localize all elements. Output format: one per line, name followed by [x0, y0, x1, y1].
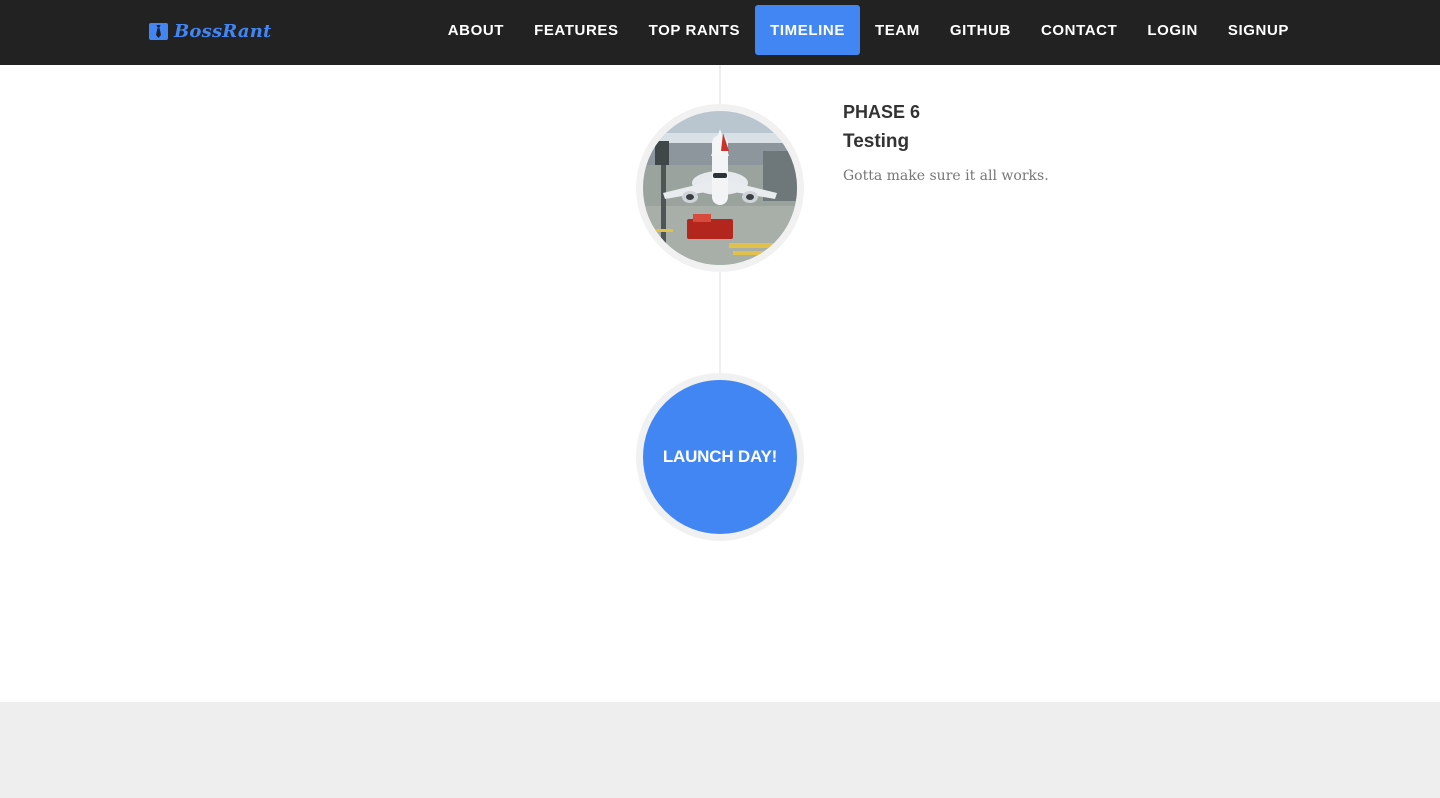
- nav-item-team[interactable]: Team: [860, 5, 935, 55]
- necktie-icon: [149, 22, 168, 40]
- nav-item-features[interactable]: Features: [519, 5, 634, 55]
- main-nav: About Features Top Rants Timeline Team G…: [433, 5, 1304, 55]
- nav-item-about[interactable]: About: [433, 5, 519, 55]
- nav-item-signup[interactable]: Signup: [1213, 5, 1304, 55]
- timeline-panel-phase-6: Phase 6 Testing Gotta make sure it all w…: [843, 100, 1263, 184]
- nav-item-contact[interactable]: Contact: [1026, 5, 1132, 55]
- timeline-phase-title: Testing: [843, 131, 910, 152]
- brand-logo-link[interactable]: BossRant: [149, 18, 272, 44]
- launch-day-label: Launch Day!: [662, 447, 778, 466]
- navbar: BossRant About Features Top Rants Timeli…: [0, 0, 1440, 65]
- nav-item-top-rants[interactable]: Top Rants: [634, 5, 756, 55]
- timeline-phase-description: Gotta make sure it all works.: [843, 168, 1049, 184]
- nav-item-login[interactable]: Login: [1132, 5, 1213, 55]
- nav-item-timeline[interactable]: Timeline: [755, 5, 860, 55]
- timeline-image-phase-6: [636, 104, 804, 272]
- timeline-phase-label: Phase 6: [843, 102, 921, 122]
- nav-item-github[interactable]: Github: [935, 5, 1026, 55]
- footer-band: [0, 702, 1440, 798]
- brand-name: BossRant: [174, 20, 272, 42]
- airplane-photo: [643, 111, 797, 265]
- launch-day-circle: Launch Day!: [636, 373, 804, 541]
